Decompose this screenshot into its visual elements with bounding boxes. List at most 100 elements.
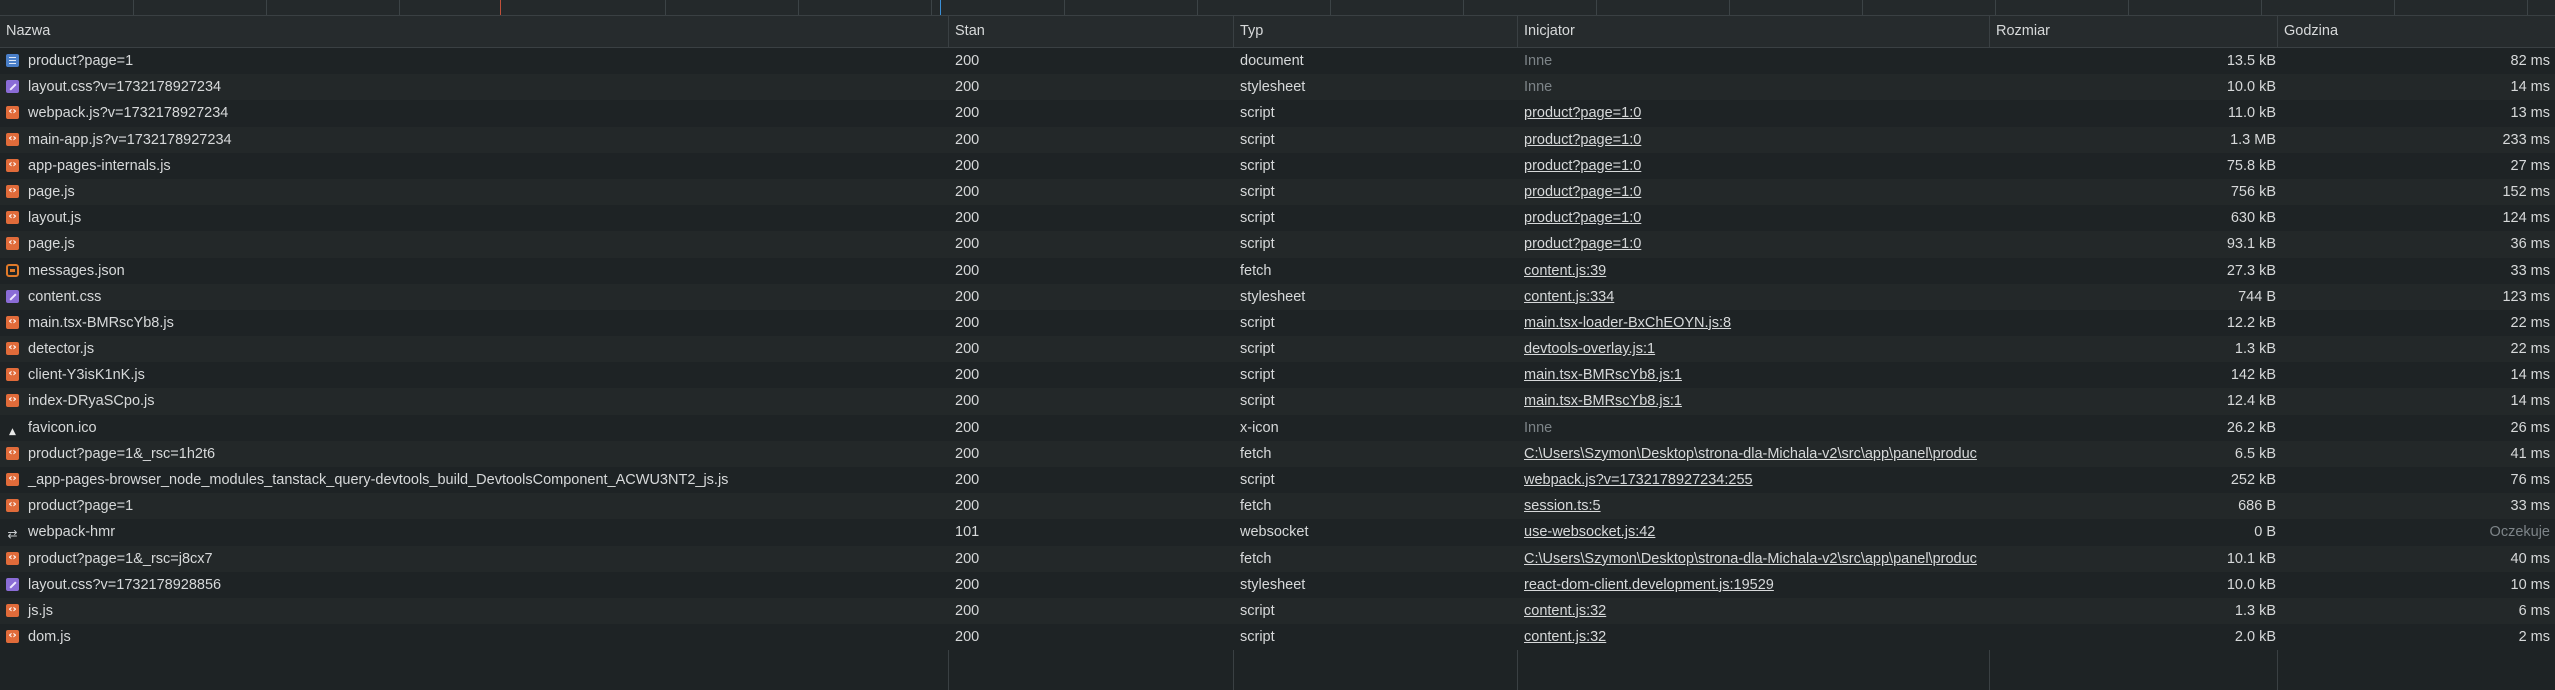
request-name[interactable]: ⇄ webpack-hmr xyxy=(6,519,940,545)
initiator-cell: Inne xyxy=(1524,48,1994,74)
request-name[interactable]: layout.js xyxy=(6,205,940,231)
time-cell: 22 ms xyxy=(2510,341,2551,358)
request-name[interactable]: messages.json xyxy=(6,258,940,284)
table-row[interactable]: layout.js 200 script product?page=1:0 630 kB… xyxy=(0,205,2555,232)
table-row[interactable]: page.js 200 script product?page=1:0 93.1 kB 3… xyxy=(0,231,2555,258)
request-name[interactable]: webpack.js?v=1732178927234 xyxy=(6,100,940,126)
table-row[interactable]: product?page=1&_rsc=1h2t6 200 fetch C:\User… xyxy=(0,440,2555,467)
table-row[interactable]: messages.json 200 fetch content.js:39 27.3 k… xyxy=(0,257,2555,284)
request-name[interactable]: product?page=1 xyxy=(6,493,940,519)
table-row[interactable]: dom.js 200 script content.js:32 2.0 kB 2 ms xyxy=(0,624,2555,651)
request-name[interactable]: ▲ favicon.ico xyxy=(6,415,940,441)
initiator-link[interactable]: main.tsx-BMRscYb8.js:1 xyxy=(1524,367,1682,383)
timeline-overview[interactable] xyxy=(0,0,2555,16)
initiator-link[interactable]: main.tsx-loader-BxChEOYN.js:8 xyxy=(1524,315,1731,331)
initiator-cell: Inne xyxy=(1524,74,1994,100)
initiator-link[interactable]: session.ts:5 xyxy=(1524,498,1601,514)
column-header-initiator[interactable]: Inicjator xyxy=(1518,16,1994,47)
time-cell: 22 ms xyxy=(2510,314,2551,331)
time-cell: 123 ms xyxy=(2502,288,2550,305)
timeline-gridline xyxy=(2128,0,2129,15)
initiator-link[interactable]: main.tsx-BMRscYb8.js:1 xyxy=(1524,393,1682,409)
initiator-link[interactable]: content.js:32 xyxy=(1524,603,1606,619)
initiator-link[interactable]: devtools-overlay.js:1 xyxy=(1524,341,1655,357)
request-name[interactable]: _app-pages-browser_node_modules_tanstack… xyxy=(6,467,940,493)
request-name[interactable]: layout.css?v=1732178928856 xyxy=(6,572,940,598)
request-name[interactable]: product?page=1&_rsc=1h2t6 xyxy=(6,441,940,467)
request-name[interactable]: product?page=1 xyxy=(6,48,940,74)
size-cell: 13.5 kB xyxy=(2226,53,2276,69)
initiator-link[interactable]: product?page=1:0 xyxy=(1524,132,1641,148)
table-row[interactable]: product?page=1 200 fetch session.ts:5 686 B 3… xyxy=(0,493,2555,520)
stylesheet-icon xyxy=(6,577,19,591)
initiator-link[interactable]: use-websocket.js:42 xyxy=(1524,524,1655,540)
initiator-link[interactable]: react-dom-client.development.js:19529 xyxy=(1524,577,1774,593)
table-row[interactable]: main-app.js?v=1732178927234 200 script prod… xyxy=(0,126,2555,153)
initiator-link[interactable]: C:\Users\Szymon\Desktop\strona-dla-Micha… xyxy=(1524,446,1977,462)
table-row[interactable]: _app-pages-browser_node_modules_tanstack… xyxy=(0,467,2555,494)
table-row[interactable]: ▲ favicon.ico 200 x-icon Inne 26.2 kB 26 ms xyxy=(0,414,2555,441)
request-name[interactable]: dom.js xyxy=(6,624,940,650)
request-name[interactable]: page.js xyxy=(6,179,940,205)
table-row[interactable]: js.js 200 script content.js:32 1.3 kB 6 ms xyxy=(0,597,2555,625)
request-name[interactable]: product?page=1&_rsc=j8cx7 xyxy=(6,546,940,572)
request-name[interactable]: client-Y3isK1nK.js xyxy=(6,362,940,388)
time-cell: 124 ms xyxy=(2502,210,2550,227)
request-name[interactable]: page.js xyxy=(6,231,940,257)
initiator-link[interactable]: product?page=1:0 xyxy=(1524,184,1641,200)
table-row[interactable]: layout.css?v=1732178927234 200 stylesheet I… xyxy=(0,74,2555,101)
request-name[interactable]: main-app.js?v=1732178927234 xyxy=(6,127,940,153)
script-icon xyxy=(6,551,19,565)
script-icon xyxy=(6,341,19,356)
request-name[interactable]: detector.js xyxy=(6,336,940,362)
request-name[interactable]: layout.css?v=1732178927234 xyxy=(6,74,940,100)
initiator-link[interactable]: webpack.js?v=1732178927234:255 xyxy=(1524,472,1753,488)
request-name[interactable]: js.js xyxy=(6,598,940,624)
request-name[interactable]: app-pages-internals.js xyxy=(6,153,940,179)
initiator-link[interactable]: content.js:32 xyxy=(1524,629,1606,645)
column-header-status[interactable]: Stan xyxy=(949,16,1238,47)
request-name-text: detector.js xyxy=(28,341,95,358)
table-row[interactable]: app-pages-internals.js 200 script product?p… xyxy=(0,152,2555,179)
initiator-link[interactable]: product?page=1:0 xyxy=(1524,158,1641,174)
status-cell: 200 xyxy=(955,550,980,567)
table-row[interactable]: product?page=1 200 document Inne 13.5 kB 82 m… xyxy=(0,48,2555,75)
request-name[interactable]: index-DRyaSCpo.js xyxy=(6,388,940,414)
table-row[interactable]: page.js 200 script product?page=1:0 756 kB 15… xyxy=(0,178,2555,206)
script-icon xyxy=(6,472,19,486)
table-row[interactable]: content.css 200 stylesheet content.js:334 74… xyxy=(0,283,2555,310)
initiator-link[interactable]: product?page=1:0 xyxy=(1524,105,1641,121)
initiator-link[interactable]: content.js:334 xyxy=(1524,289,1614,305)
request-name[interactable]: main.tsx-BMRscYb8.js xyxy=(6,310,940,336)
time-cell: Oczekuje xyxy=(2489,524,2550,541)
table-row[interactable]: webpack.js?v=1732178927234 200 script produ… xyxy=(0,100,2555,127)
table-row[interactable]: layout.css?v=1732178928856 200 stylesheet r… xyxy=(0,571,2555,598)
initiator-link[interactable]: product?page=1:0 xyxy=(1524,236,1641,252)
table-row[interactable]: detector.js 200 script devtools-overlay.js:… xyxy=(0,336,2555,363)
column-header-time[interactable]: Godzina xyxy=(2278,16,2555,47)
table-row[interactable]: ⇄ webpack-hmr 101 websocket use-websocket.js… xyxy=(0,519,2555,546)
request-name-text: product?page=1 xyxy=(28,498,134,515)
status-cell: 200 xyxy=(955,419,980,436)
table-row[interactable]: product?page=1&_rsc=j8cx7 200 fetch C:\User… xyxy=(0,545,2555,572)
status-cell: 101 xyxy=(955,524,980,541)
column-header-name[interactable]: Nazwa xyxy=(0,16,954,47)
request-name-text: layout.css?v=1732178927234 xyxy=(28,79,222,96)
initiator-link[interactable]: product?page=1:0 xyxy=(1524,210,1641,226)
table-row[interactable]: main.tsx-BMRscYb8.js 200 script main.tsx-lo… xyxy=(0,309,2555,337)
request-name[interactable]: content.css xyxy=(6,284,940,310)
size-cell: 93.1 kB xyxy=(2226,236,2276,253)
time-cell: 10 ms xyxy=(2510,576,2551,593)
time-cell: 33 ms xyxy=(2510,262,2551,279)
type-cell: script xyxy=(1240,183,1275,200)
type-cell: script xyxy=(1240,131,1275,148)
column-header-size[interactable]: Rozmiar xyxy=(1990,16,2279,47)
table-row[interactable]: index-DRyaSCpo.js 200 script main.tsx-BMRsc… xyxy=(0,388,2555,415)
initiator-link[interactable]: C:\Users\Szymon\Desktop\strona-dla-Micha… xyxy=(1524,551,1977,567)
table-row[interactable]: client-Y3isK1nK.js 200 script main.tsx-BMRs… xyxy=(0,362,2555,389)
size-cell: 12.2 kB xyxy=(2226,314,2276,331)
status-cell: 200 xyxy=(955,288,980,305)
column-header-type[interactable]: Typ xyxy=(1234,16,1523,47)
size-cell: 10.0 kB xyxy=(2226,79,2276,96)
initiator-link[interactable]: content.js:39 xyxy=(1524,263,1606,279)
